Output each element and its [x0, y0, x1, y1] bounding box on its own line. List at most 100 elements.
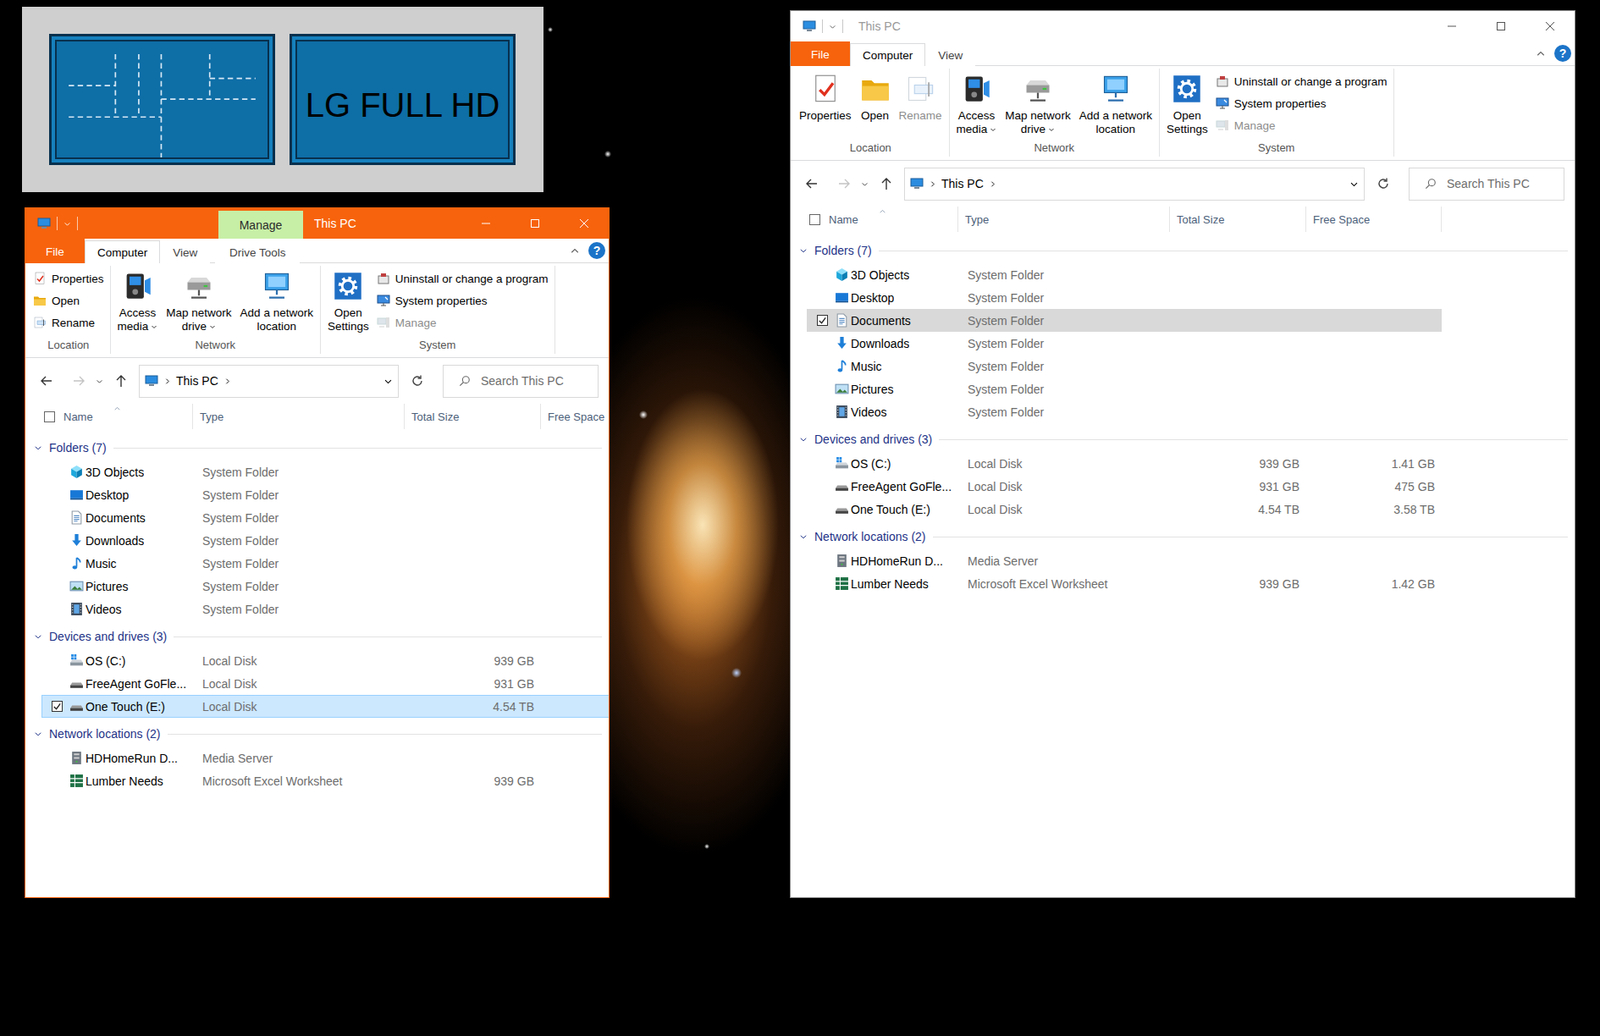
ribbon-tab[interactable]: File — [25, 238, 85, 264]
ribbon-small-button[interactable]: Manage — [374, 311, 552, 334]
recent-locations-button[interactable] — [858, 171, 871, 197]
file-row[interactable]: MusicSystem Folder — [806, 354, 1442, 378]
select-all-checkbox[interactable] — [44, 411, 56, 423]
ribbon-tab[interactable]: Computer — [84, 240, 160, 264]
file-row[interactable]: HDHomeRun D...Media Server — [806, 549, 1442, 573]
help-button[interactable]: ? — [1554, 44, 1572, 62]
file-row[interactable]: OS (C:)Local Disk939 GB — [41, 649, 609, 673]
file-row[interactable]: OS (C:)Local Disk939 GB1.41 GB — [806, 452, 1442, 475]
ribbon-small-button[interactable]: Open — [30, 289, 107, 312]
close-button[interactable] — [1525, 11, 1575, 42]
file-row[interactable]: MusicSystem Folder — [41, 551, 609, 575]
column-header-cell[interactable]: Type — [193, 403, 405, 430]
ribbon-button[interactable]: Map networkdrive — [162, 265, 235, 336]
file-row[interactable]: VideosSystem Folder — [806, 400, 1442, 424]
up-button[interactable] — [875, 171, 898, 197]
ribbon-tab[interactable]: Drive Tools — [215, 240, 300, 264]
ribbon-tab[interactable]: File — [790, 41, 850, 67]
group-header[interactable]: Folders (7) — [25, 435, 609, 461]
up-button[interactable] — [110, 368, 133, 394]
ribbon-small-button[interactable]: Uninstall or change a program — [1213, 70, 1391, 93]
file-row[interactable]: DocumentsSystem Folder — [806, 308, 1442, 332]
forward-button[interactable] — [833, 171, 856, 197]
ribbon-button[interactable]: Rename — [895, 68, 946, 125]
ribbon-tab[interactable]: View — [925, 43, 976, 67]
file-row[interactable]: Lumber NeedsMicrosoft Excel Worksheet939… — [41, 769, 609, 793]
display-monitor[interactable]: LG FULL HD — [289, 33, 516, 166]
title-bar[interactable]: This PC — [790, 11, 1575, 42]
file-row[interactable]: DesktopSystem Folder — [41, 483, 609, 507]
ribbon-button[interactable]: OpenSettings — [1163, 68, 1212, 138]
group-header[interactable]: Folders (7) — [790, 237, 1575, 264]
row-checkbox[interactable] — [51, 700, 63, 712]
file-row[interactable]: FreeAgent GoFle...Local Disk931 GB475 GB — [806, 474, 1442, 498]
file-row[interactable]: HDHomeRun D...Media Server — [41, 746, 609, 770]
group-header[interactable]: Devices and drives (3) — [25, 623, 609, 650]
ribbon-button[interactable]: Accessmedia — [114, 265, 162, 336]
collapse-ribbon-button[interactable] — [1535, 41, 1546, 66]
column-header-cell[interactable]: Name — [790, 206, 959, 232]
file-row[interactable]: PicturesSystem Folder — [41, 574, 609, 598]
recent-locations-button[interactable] — [93, 368, 105, 394]
file-row[interactable]: 3D ObjectsSystem Folder — [41, 460, 609, 484]
help-button[interactable]: ? — [588, 242, 606, 260]
ribbon-small-button[interactable]: System properties — [374, 289, 552, 312]
column-header-cell[interactable]: Total Size — [1169, 206, 1307, 232]
file-row[interactable]: PicturesSystem Folder — [806, 377, 1442, 401]
file-row[interactable]: One Touch (E:)Local Disk4.54 TB — [41, 695, 609, 718]
refresh-button[interactable] — [402, 364, 433, 398]
ribbon-small-button[interactable]: System properties — [1213, 92, 1391, 115]
back-button[interactable] — [35, 368, 58, 394]
file-row[interactable]: DocumentsSystem Folder — [41, 506, 609, 530]
ribbon-small-button[interactable]: Manage — [1213, 114, 1391, 137]
file-row[interactable]: Lumber NeedsMicrosoft Excel Worksheet939… — [806, 572, 1442, 596]
file-row[interactable]: FreeAgent GoFle...Local Disk931 GB — [41, 672, 609, 696]
file-row[interactable]: VideosSystem Folder — [41, 597, 609, 621]
group-header[interactable]: Devices and drives (3) — [790, 426, 1575, 453]
search-box[interactable]: Search This PC — [1408, 167, 1565, 201]
explorer-window[interactable]: ManageThis PCFileComputerViewDrive Tools… — [24, 207, 610, 899]
column-header-cell[interactable]: Free Space — [1306, 206, 1442, 232]
search-box[interactable]: Search This PC — [442, 364, 599, 398]
collapse-ribbon-button[interactable] — [569, 238, 580, 263]
maximize-button[interactable] — [510, 208, 560, 239]
ribbon-button[interactable]: OpenSettings — [324, 265, 373, 336]
file-row[interactable]: DownloadsSystem Folder — [806, 331, 1442, 355]
ribbon-tab[interactable]: Computer — [849, 43, 926, 67]
ribbon-button[interactable]: Properties — [795, 68, 856, 125]
column-header-cell[interactable]: Name — [25, 403, 194, 430]
address-bar[interactable]: This PC — [904, 167, 1365, 201]
column-header-cell[interactable]: Total Size — [404, 403, 541, 430]
select-all-checkbox[interactable] — [809, 214, 821, 226]
ribbon-small-button[interactable]: Properties — [30, 267, 107, 290]
explorer-window[interactable]: This PCFileComputerView?PropertiesOpenRe… — [789, 10, 1576, 899]
file-row[interactable]: DesktopSystem Folder — [806, 286, 1442, 309]
ribbon-button[interactable]: Map networkdrive — [1001, 68, 1074, 138]
forward-button[interactable] — [67, 368, 90, 394]
column-header-cell[interactable]: Type — [958, 206, 1170, 232]
group-header[interactable]: Network locations (2) — [25, 721, 609, 747]
file-row[interactable]: DownloadsSystem Folder — [41, 529, 609, 552]
title-bar[interactable]: ManageThis PC — [25, 208, 609, 239]
maximize-button[interactable] — [1476, 11, 1526, 42]
row-checkbox[interactable] — [816, 314, 828, 326]
ribbon-tab[interactable]: View — [160, 240, 210, 264]
file-row[interactable]: One Touch (E:)Local Disk4.54 TB3.58 TB — [806, 497, 1442, 521]
ribbon-button[interactable]: Open — [856, 68, 894, 125]
breadcrumb-item[interactable]: This PC — [176, 374, 219, 388]
refresh-button[interactable] — [1368, 167, 1399, 201]
minimize-button[interactable] — [1427, 11, 1477, 42]
breadcrumb-item[interactable]: This PC — [941, 176, 984, 191]
file-row[interactable]: 3D ObjectsSystem Folder — [806, 263, 1442, 287]
ribbon-small-button[interactable]: Rename — [30, 311, 107, 334]
column-header-cell[interactable]: Free Space — [540, 403, 609, 430]
minimize-button[interactable] — [461, 208, 511, 239]
display-monitor[interactable] — [49, 33, 276, 166]
ribbon-small-button[interactable]: Uninstall or change a program — [374, 267, 552, 290]
address-bar[interactable]: This PC — [138, 364, 399, 398]
close-button[interactable] — [559, 208, 609, 239]
ribbon-button[interactable]: Add a networklocation — [1075, 68, 1156, 138]
ribbon-button[interactable]: Add a networklocation — [237, 265, 317, 336]
ribbon-button[interactable]: Accessmedia — [953, 68, 1001, 138]
back-button[interactable] — [800, 171, 823, 197]
